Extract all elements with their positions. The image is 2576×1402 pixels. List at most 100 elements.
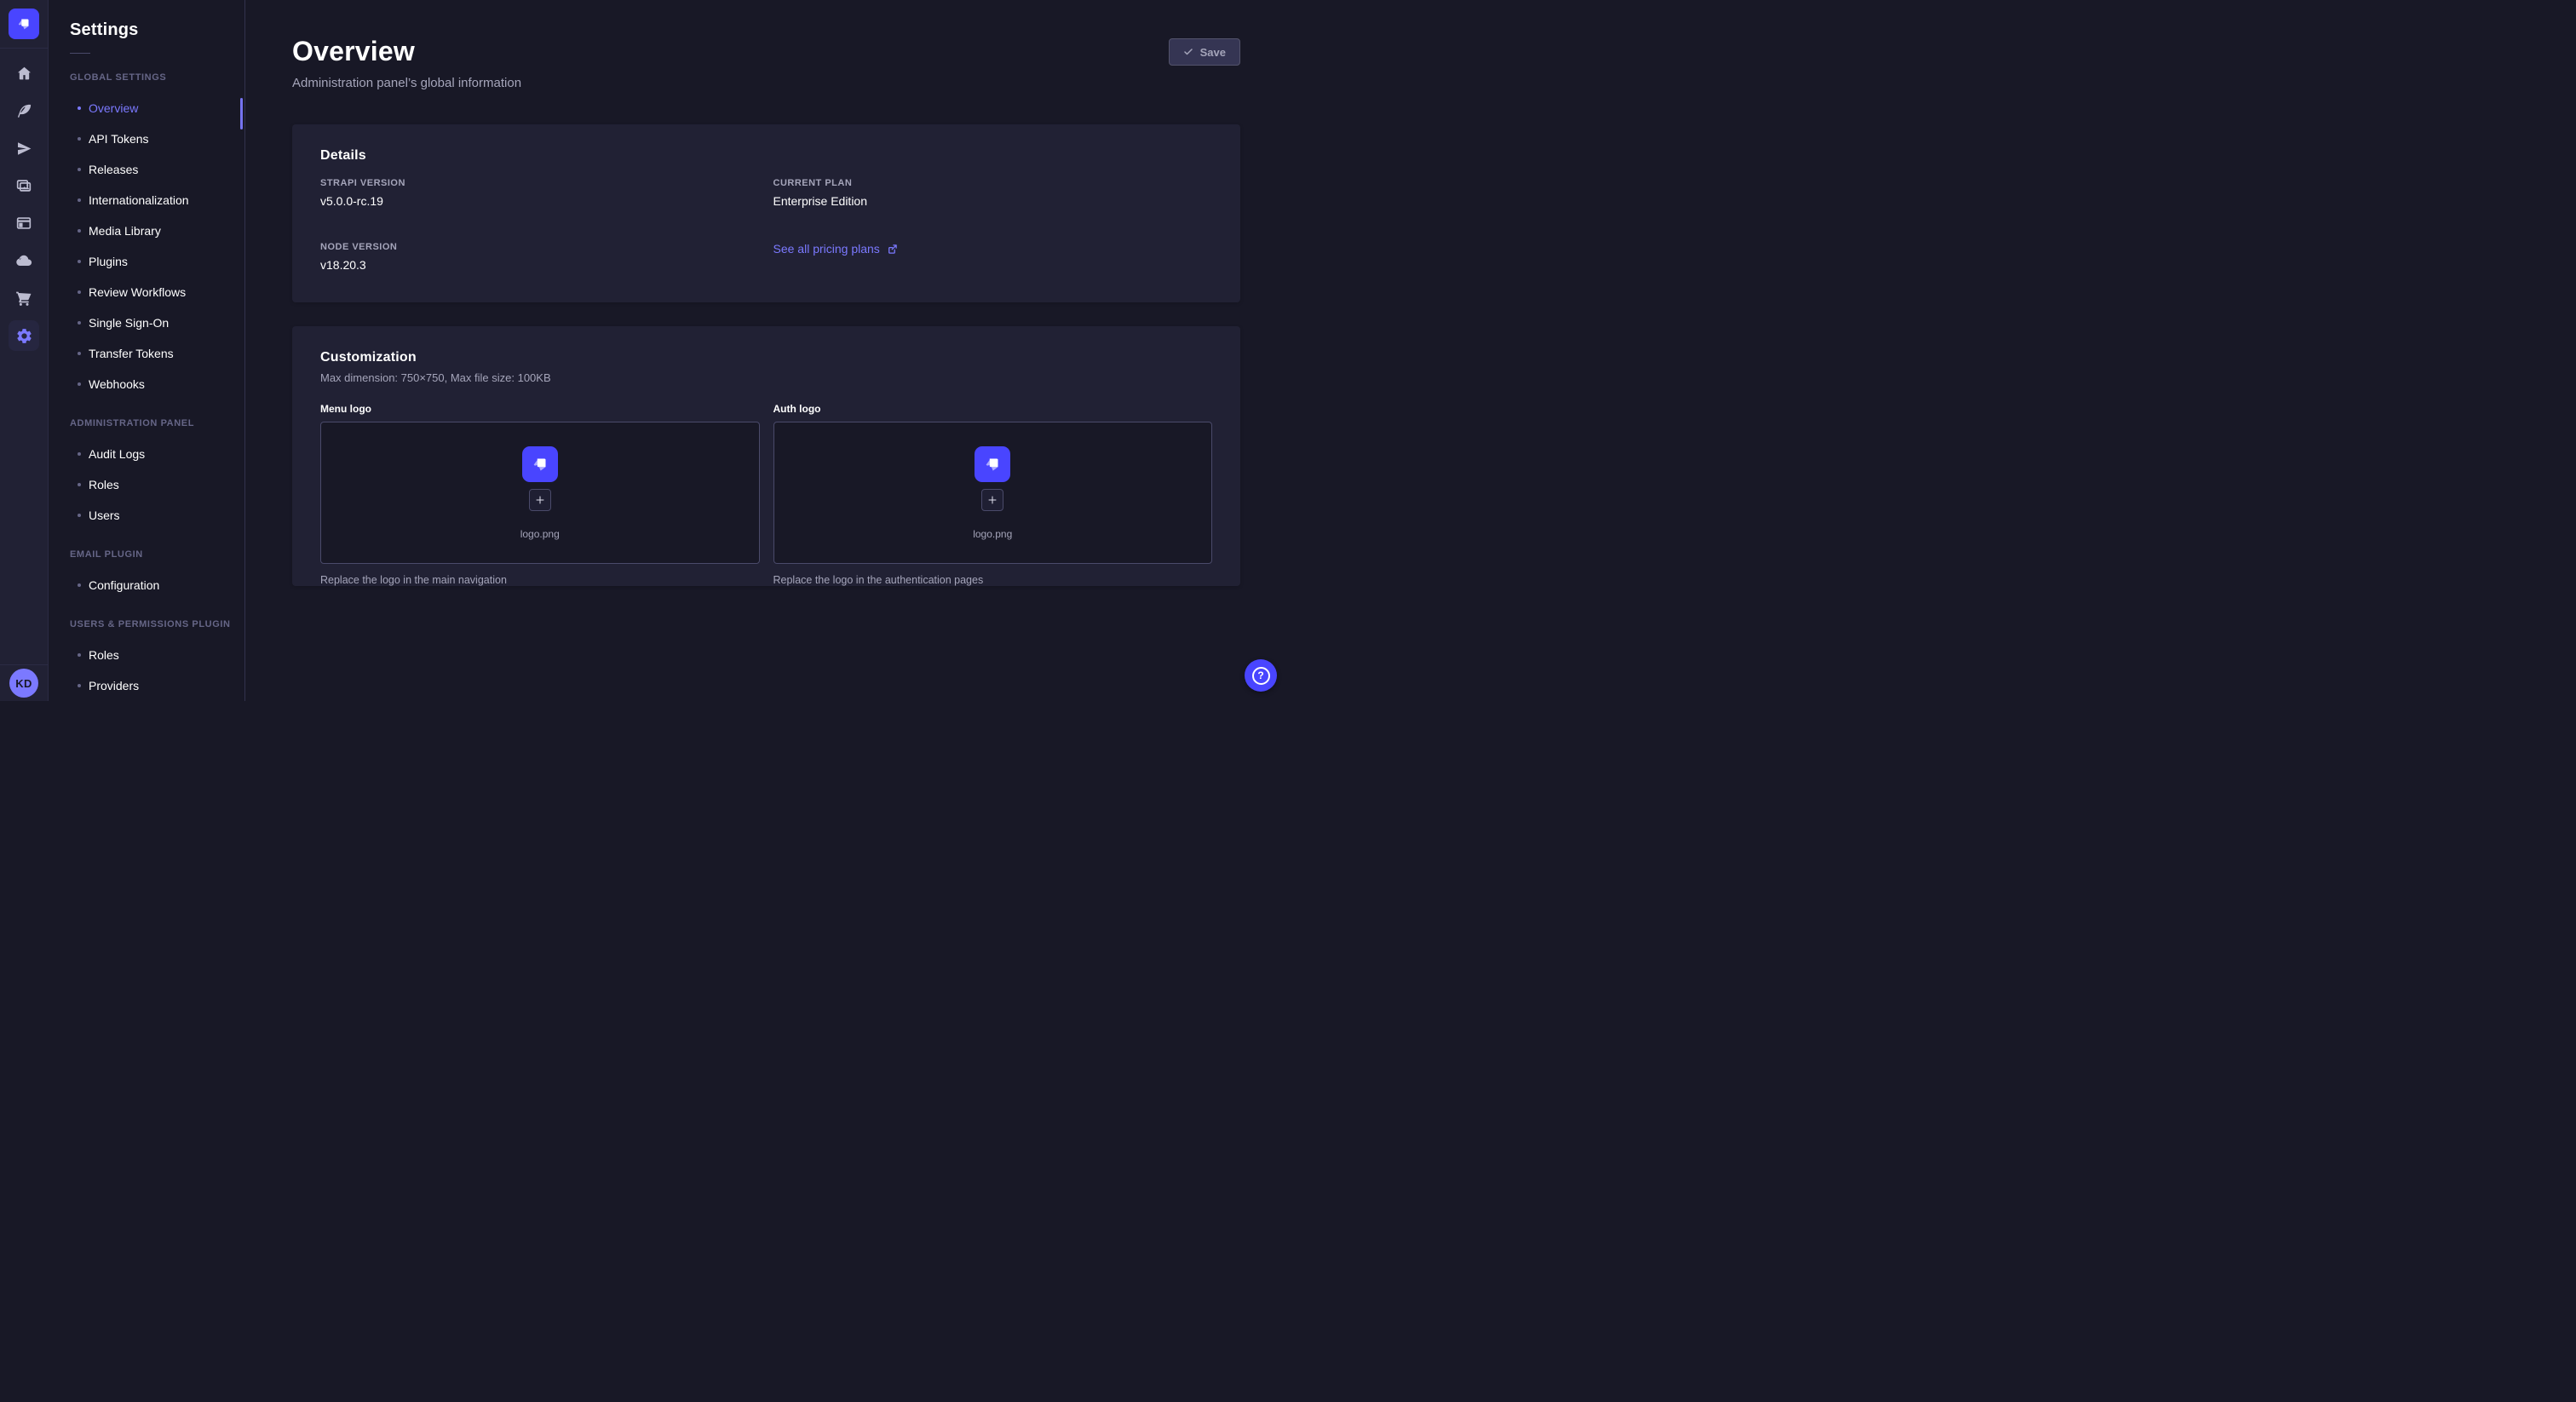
strapi-logo-icon — [529, 453, 551, 475]
node-version-field: NODE VERSION v18.20.3 — [320, 242, 760, 272]
field-label: NODE VERSION — [320, 242, 760, 252]
bullet-icon — [78, 290, 81, 294]
subnav-section-label: GLOBAL SETTINGS — [70, 72, 244, 83]
subnav-section-list: Overview API Tokens Releases Internationali… — [49, 93, 244, 399]
page-header: Overview Administration panel’s global i… — [292, 37, 1240, 90]
bullet-icon — [78, 583, 81, 587]
layout-icon[interactable] — [5, 204, 43, 242]
plus-icon — [535, 495, 545, 505]
subnav-item-label: Users — [89, 509, 120, 522]
bullet-icon — [78, 483, 81, 486]
bullet-icon — [78, 514, 81, 517]
gear-icon[interactable] — [9, 320, 39, 351]
field-label: CURRENT PLAN — [773, 178, 1213, 188]
main-nav-rail: KD — [0, 0, 49, 701]
subnav-item-roles[interactable]: Roles — [49, 469, 244, 500]
subnav-item-internationalization[interactable]: Internationalization — [49, 185, 244, 215]
subnav-item-webhooks[interactable]: Webhooks — [49, 369, 244, 399]
subnav-item-roles[interactable]: Roles — [49, 640, 244, 670]
home-icon[interactable] — [5, 55, 43, 92]
page-subtitle: Administration panel’s global informatio… — [292, 76, 521, 90]
logo-filename: logo.png — [520, 528, 560, 540]
subnav-section-list: Roles Providers — [49, 640, 244, 701]
save-button-label: Save — [1200, 46, 1226, 59]
bullet-icon — [78, 352, 81, 355]
rail-icon-menu — [5, 49, 43, 354]
auth-logo-dropzone[interactable]: logo.png — [773, 422, 1213, 564]
subnav-item-label: Review Workflows — [89, 285, 186, 299]
pictures-icon[interactable] — [5, 167, 43, 204]
field-label: STRAPI VERSION — [320, 178, 760, 188]
subnav-title: Settings — [70, 20, 244, 40]
subnav-item-media-library[interactable]: Media Library — [49, 215, 244, 246]
paper-plane-icon[interactable] — [5, 129, 43, 167]
check-icon — [1183, 47, 1193, 57]
subnav-item-configuration[interactable]: Configuration — [49, 570, 244, 600]
add-logo-button[interactable] — [981, 489, 1003, 511]
strapi-admin-settings-screen: KD Settings GLOBAL SETTINGS Overview API T… — [0, 0, 1288, 701]
subnav-item-label: Overview — [89, 101, 138, 115]
subnav-item-overview[interactable]: Overview — [49, 93, 244, 124]
subnav-item-review-workflows[interactable]: Review Workflows — [49, 277, 244, 307]
pricing-plans-link-label: See all pricing plans — [773, 242, 880, 256]
field-value: Enterprise Edition — [773, 194, 1213, 208]
auth-logo-upload: Auth logo — [773, 403, 1213, 586]
help-button[interactable]: ? — [1245, 659, 1277, 692]
cloud-icon[interactable] — [5, 242, 43, 279]
details-card-title: Details — [320, 148, 1212, 164]
customization-card-subtitle: Max dimension: 750×750, Max file size: 1… — [320, 371, 1212, 384]
subnav-item-api-tokens[interactable]: API Tokens — [49, 124, 244, 154]
bullet-icon — [78, 198, 81, 202]
subnav-section-list: Audit Logs Roles Users — [49, 439, 244, 531]
subnav-item-label: Providers — [89, 679, 139, 692]
subnav-item-single-sign-on[interactable]: Single Sign-On — [49, 307, 244, 338]
strapi-logo-thumbnail — [975, 446, 1010, 482]
plus-icon — [987, 495, 998, 505]
bullet-icon — [78, 137, 81, 141]
bullet-icon — [78, 684, 81, 687]
logo-filename: logo.png — [973, 528, 1012, 540]
subnav-item-label: Plugins — [89, 255, 128, 268]
strapi-logo-icon — [981, 453, 1003, 475]
subnav-section-label: USERS & PERMISSIONS PLUGIN — [70, 619, 244, 629]
subnav-section-label: ADMINISTRATION PANEL — [70, 418, 244, 428]
avatar[interactable]: KD — [9, 669, 38, 698]
current-plan-field: CURRENT PLAN Enterprise Edition — [773, 178, 1213, 208]
subnav-item-label: API Tokens — [89, 132, 149, 146]
subnav-item-label: Internationalization — [89, 193, 189, 207]
upload-label: Menu logo — [320, 403, 760, 415]
strapi-logo-thumbnail — [522, 446, 558, 482]
subnav-item-label: Webhooks — [89, 377, 145, 391]
strapi-version-field: STRAPI VERSION v5.0.0-rc.19 — [320, 178, 760, 208]
strapi-logo-icon — [14, 14, 33, 33]
subnav-sections: GLOBAL SETTINGS Overview API Tokens Release… — [49, 72, 244, 701]
feather-icon[interactable] — [5, 92, 43, 129]
pricing-plans-link[interactable]: See all pricing plans — [773, 242, 898, 256]
menu-logo-dropzone[interactable]: logo.png — [320, 422, 760, 564]
page-title: Overview — [292, 37, 521, 65]
subnav-item-plugins[interactable]: Plugins — [49, 246, 244, 277]
subnav-section-label: EMAIL PLUGIN — [70, 549, 244, 560]
external-link-icon — [887, 244, 898, 255]
save-button[interactable]: Save — [1169, 38, 1240, 66]
subnav-item-providers[interactable]: Providers — [49, 670, 244, 701]
subnav-title-divider — [70, 53, 90, 54]
subnav-item-users[interactable]: Users — [49, 500, 244, 531]
upload-hint: Replace the logo in the authentication p… — [773, 574, 1213, 586]
subnav-item-audit-logs[interactable]: Audit Logs — [49, 439, 244, 469]
upload-label: Auth logo — [773, 403, 1213, 415]
cart-icon[interactable] — [5, 279, 43, 317]
subnav-item-label: Media Library — [89, 224, 161, 238]
field-value: v18.20.3 — [320, 258, 760, 272]
bullet-icon — [78, 229, 81, 233]
add-logo-button[interactable] — [529, 489, 551, 511]
subnav-item-releases[interactable]: Releases — [49, 154, 244, 185]
strapi-logo[interactable] — [9, 9, 39, 39]
bullet-icon — [78, 260, 81, 263]
subnav-item-transfer-tokens[interactable]: Transfer Tokens — [49, 338, 244, 369]
field-value: v5.0.0-rc.19 — [320, 194, 760, 208]
menu-logo-upload: Menu logo — [320, 403, 760, 586]
details-card: Details STRAPI VERSION v5.0.0-rc.19 NODE… — [292, 124, 1240, 302]
subnav-item-label: Audit Logs — [89, 447, 145, 461]
scrollbar-thumb[interactable] — [240, 98, 243, 129]
